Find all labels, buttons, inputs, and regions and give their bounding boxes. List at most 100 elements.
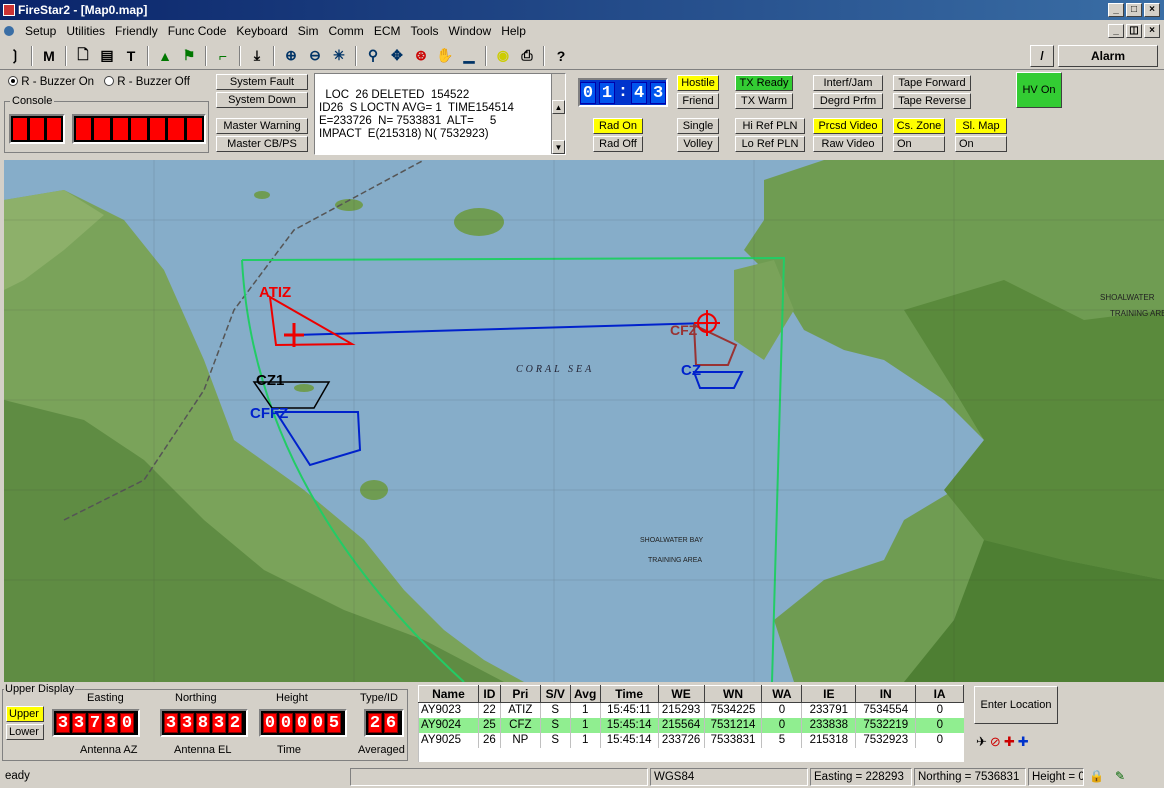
friend-button[interactable]: Friend <box>677 93 719 109</box>
close-button[interactable]: × <box>1144 3 1160 17</box>
slash-button[interactable]: / <box>1030 45 1054 67</box>
zoom-extents-icon[interactable]: ✳ <box>328 45 350 67</box>
enter-location-button[interactable]: Enter Location <box>974 686 1058 724</box>
message-scrollbar[interactable]: ▲ ▼ <box>551 74 565 154</box>
chair-icon[interactable]: ⌐ <box>212 45 234 67</box>
table-row-selected[interactable]: AY9024 25 CFZ S 1 15:45:14 215564 7531214 0 23383… <box>418 717 964 733</box>
col-wa[interactable]: WA <box>761 685 803 703</box>
lo-ref-pln-button[interactable]: Lo Ref PLN <box>735 136 805 152</box>
comment-icon[interactable]: ◉ <box>492 45 514 67</box>
buzzer-off-radio[interactable]: R - Buzzer Off <box>104 76 190 92</box>
col-id[interactable]: ID <box>477 685 501 703</box>
col-wn[interactable]: WN <box>703 685 763 703</box>
table-row[interactable]: AY9025 26 NP S 1 15:45:14 233726 7533831 5 215318… <box>418 732 964 748</box>
system-down-button[interactable]: System Down <box>216 92 308 108</box>
map-button[interactable]: M <box>38 45 60 67</box>
upper-button[interactable]: Upper <box>6 706 44 722</box>
col-we[interactable]: WE <box>657 685 705 703</box>
menu-func-code[interactable]: Func Code <box>163 20 232 42</box>
rad-off-button[interactable]: Rad Off <box>593 136 643 152</box>
col-in[interactable]: IN <box>855 685 917 703</box>
rad-on-button[interactable]: Rad On <box>593 118 643 134</box>
col-time[interactable]: Time <box>599 685 659 703</box>
sl-map-on-button[interactable]: On <box>955 136 1007 152</box>
page-icon[interactable]: 🗋 <box>72 45 94 67</box>
pan-hand-icon[interactable]: ✋ <box>434 45 456 67</box>
master-warning-button[interactable]: Master Warning <box>216 118 308 134</box>
hv-on-button[interactable]: HV On <box>1016 72 1062 108</box>
led <box>94 118 110 140</box>
scroll-up-icon[interactable]: ▲ <box>552 100 565 114</box>
menu-tools[interactable]: Tools <box>405 20 443 42</box>
measure-icon[interactable]: ▁ <box>458 45 480 67</box>
cs-zone-on-button[interactable]: On <box>893 136 945 152</box>
volley-button[interactable]: Volley <box>677 136 719 152</box>
col-ia[interactable]: IA <box>915 685 964 703</box>
menu-utilities[interactable]: Utilities <box>61 20 110 42</box>
zoom-out-icon[interactable]: ⊖ <box>304 45 326 67</box>
sl-map-button[interactable]: Sl. Map <box>955 118 1007 134</box>
tactical-map[interactable]: ATIZ CZ1 CFFZ CFZ CZ CORAL SEA SHOALWATE… <box>4 160 1164 682</box>
tracks-table[interactable]: Name ID Pri S/V Avg Time WE WN WA IE IN … <box>418 685 964 762</box>
table-row[interactable]: AY9023 22 ATIZ S 1 15:45:11 215293 7534225 0 2337… <box>418 702 964 718</box>
help-icon[interactable]: ? <box>550 45 572 67</box>
menu-setup[interactable]: Setup <box>20 20 61 42</box>
lower-button[interactable]: Lower <box>6 724 44 740</box>
no-entry-icon[interactable]: ⊘ <box>990 734 1001 750</box>
status-easting: Easting = 228293 <box>810 768 912 786</box>
maximize-button[interactable]: □ <box>1126 3 1142 17</box>
col-name[interactable]: Name <box>418 685 479 703</box>
single-button[interactable]: Single <box>677 118 719 134</box>
alarm-button[interactable]: Alarm <box>1058 45 1158 67</box>
child-minimize-button[interactable]: _ <box>1108 24 1124 38</box>
document-icon[interactable] <box>4 26 14 36</box>
hostile-button[interactable]: Hostile <box>677 75 719 91</box>
minimize-button[interactable]: _ <box>1108 3 1124 17</box>
download-icon[interactable]: ⤓ <box>246 45 268 67</box>
buzzer-on-radio[interactable]: R - Buzzer On <box>8 76 94 92</box>
interf-jam-button[interactable]: Interf/Jam <box>813 75 883 91</box>
text-button[interactable]: T <box>120 45 142 67</box>
tape-reverse-button[interactable]: Tape Reverse <box>893 93 971 109</box>
cell: 1 <box>569 702 601 718</box>
scroll-down-icon[interactable]: ▼ <box>552 140 565 154</box>
target-icon[interactable]: ⊛ <box>410 45 432 67</box>
search-icon[interactable]: ⚲ <box>362 45 384 67</box>
raw-video-button[interactable]: Raw Video <box>813 136 883 152</box>
menu-help[interactable]: Help <box>496 20 531 42</box>
zoom-in-icon[interactable]: ⊕ <box>280 45 302 67</box>
red-target-icon[interactable]: ✚ <box>1004 734 1015 750</box>
col-ie[interactable]: IE <box>801 685 857 703</box>
tx-ready-button[interactable]: TX Ready <box>735 75 793 91</box>
new-icon[interactable]: ▤ <box>96 45 118 67</box>
menu-window[interactable]: Window <box>444 20 497 42</box>
pointer-icon[interactable]: ✈ <box>976 734 987 750</box>
terrain-icon[interactable]: ▲ <box>154 45 176 67</box>
menu-comm[interactable]: Comm <box>323 20 368 42</box>
hi-ref-pln-button[interactable]: Hi Ref PLN <box>735 118 805 134</box>
cell: 7532219 <box>855 717 916 733</box>
col-pri[interactable]: Pri <box>499 685 541 703</box>
menu-sim[interactable]: Sim <box>293 20 324 42</box>
led <box>168 118 184 140</box>
child-close-button[interactable]: × <box>1144 24 1160 38</box>
menu-friendly[interactable]: Friendly <box>110 20 163 42</box>
center-icon[interactable]: ✥ <box>386 45 408 67</box>
master-cbps-button[interactable]: Master CB/PS <box>216 136 308 152</box>
flag-icon[interactable]: ⚑ <box>178 45 200 67</box>
degrd-prfm-button[interactable]: Degrd Prfm <box>813 93 883 109</box>
prcsd-video-button[interactable]: Prcsd Video <box>813 118 883 134</box>
open-icon[interactable]: ❳ <box>4 45 26 67</box>
child-restore-button[interactable]: ◫ <box>1126 24 1142 38</box>
system-fault-button[interactable]: System Fault <box>216 74 308 90</box>
tx-warm-button[interactable]: TX Warm <box>735 93 793 109</box>
blue-target-icon[interactable]: ✚ <box>1018 734 1029 750</box>
cs-zone-button[interactable]: Cs. Zone <box>893 118 945 134</box>
menu-keyboard[interactable]: Keyboard <box>231 20 292 42</box>
col-avg[interactable]: Avg <box>569 685 601 703</box>
tape-forward-button[interactable]: Tape Forward <box>893 75 971 91</box>
message-log[interactable]: LOC 26 DELETED 154522 ID26 S LOCTN AVG= … <box>314 73 566 155</box>
menu-ecm[interactable]: ECM <box>369 20 406 42</box>
print-icon[interactable]: ⎙ <box>516 45 538 67</box>
col-sv[interactable]: S/V <box>539 685 571 703</box>
